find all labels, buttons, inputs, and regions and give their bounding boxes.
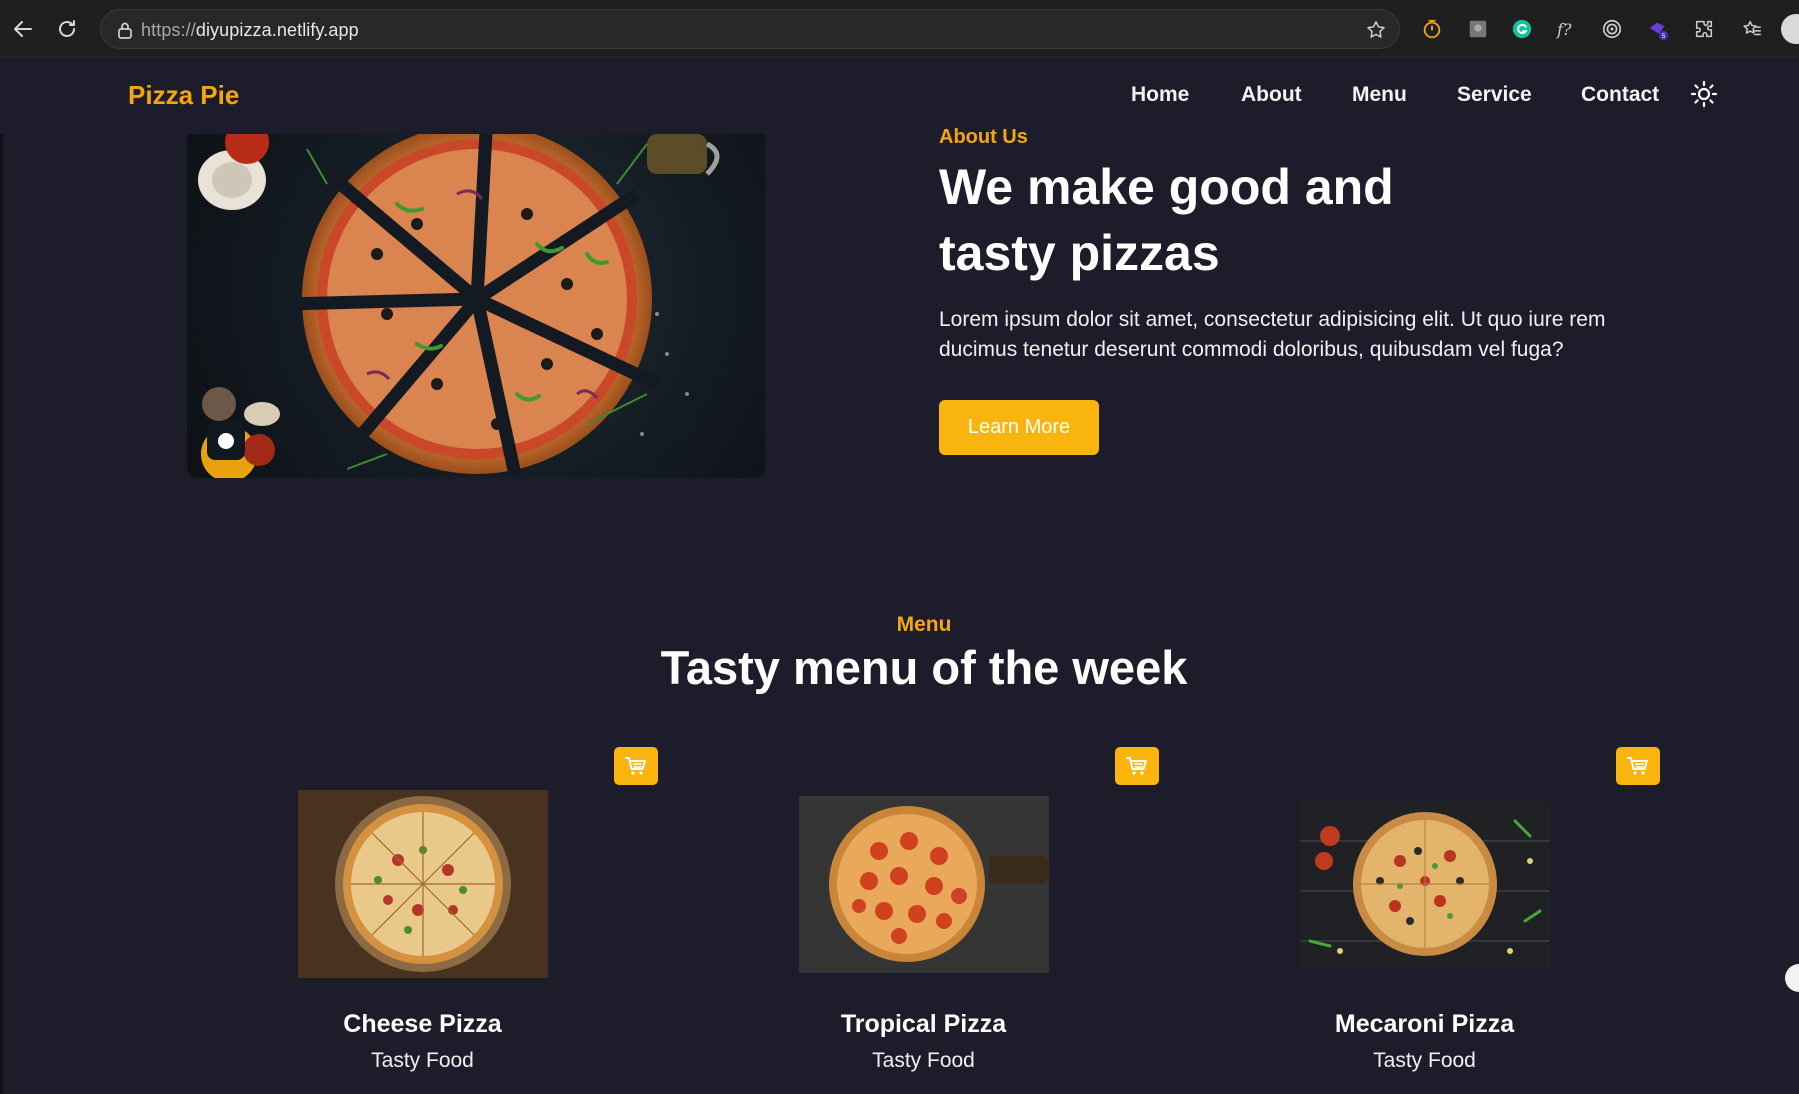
about-title-line-2: tasty pizzas <box>939 225 1220 281</box>
favorites-icon[interactable] <box>1740 17 1764 41</box>
nav-menu[interactable]: Menu <box>1352 83 1407 107</box>
about-title: We make good and tasty pizzas <box>939 154 1499 286</box>
grammarly-icon[interactable] <box>1510 17 1534 41</box>
url-host: diyupizza.netlify.app <box>195 20 359 40</box>
extension-gray-icon[interactable] <box>1466 17 1490 41</box>
menu-item-subtitle: Tasty Food <box>371 1049 474 1072</box>
about-kicker: About Us <box>939 126 1028 148</box>
learn-more-button[interactable]: Learn More <box>939 400 1099 455</box>
menu-card-cheese: Cheese Pizza Tasty Food <box>187 747 658 1094</box>
brand-logo[interactable]: Pizza Pie <box>128 80 239 111</box>
floating-scroll-button[interactable] <box>1785 964 1799 992</box>
nav-contact[interactable]: Contact <box>1581 83 1659 107</box>
bookmark-star-icon[interactable] <box>1365 19 1387 41</box>
menu-item-name: Tropical Pizza <box>840 1010 1007 1038</box>
reload-icon[interactable] <box>52 14 82 44</box>
about-description: Lorem ipsum dolor sit amet, consectetur … <box>939 308 1606 361</box>
extension-badge: 5 <box>1661 32 1665 40</box>
address-bar[interactable]: https://diyupizza.netlify.app <box>100 9 1400 49</box>
about-title-line-1: We make good and <box>939 159 1394 215</box>
timer-extension-icon[interactable] <box>1420 17 1444 41</box>
page: Pizza Pie Home About Menu Service Contac… <box>0 58 1799 1094</box>
site-header: Pizza Pie Home About Menu Service Contac… <box>0 58 1799 134</box>
menu-card-mecaroni: Mecaroni Pizza Tasty Food <box>1189 747 1660 1094</box>
nav-home[interactable]: Home <box>1131 83 1189 107</box>
tropical-pizza-image <box>799 796 1049 973</box>
target-extension-icon[interactable] <box>1600 17 1624 41</box>
font-finder-icon[interactable]: f? <box>1554 17 1578 41</box>
extensions-puzzle-icon[interactable] <box>1692 17 1716 41</box>
menu-item-subtitle: Tasty Food <box>872 1049 975 1072</box>
back-icon[interactable] <box>8 14 38 44</box>
page-edge <box>0 58 3 1094</box>
nav-about[interactable]: About <box>1241 83 1302 107</box>
menu-item-name: Cheese Pizza <box>343 1010 502 1038</box>
url-protocol: https:// <box>141 20 196 40</box>
url-text: https://diyupizza.netlify.app <box>141 20 359 41</box>
profile-avatar[interactable] <box>1781 14 1799 44</box>
cart-icon[interactable] <box>614 747 658 785</box>
purple-extension-icon[interactable]: 5 <box>1646 17 1670 41</box>
sun-icon[interactable] <box>1688 78 1720 110</box>
cart-icon[interactable] <box>1115 747 1159 785</box>
about-pizza-image <box>187 134 765 478</box>
menu-kicker: Menu <box>896 613 952 636</box>
mecaroni-pizza-image <box>1300 801 1550 968</box>
site-info-icon[interactable] <box>115 20 135 40</box>
menu-card-tropical: Tropical Pizza Tasty Food <box>688 747 1159 1094</box>
menu-title: Tasty menu of the week <box>660 641 1188 694</box>
cheese-pizza-image <box>298 790 548 978</box>
svg-text:f?: f? <box>1556 20 1572 39</box>
menu-item-subtitle: Tasty Food <box>1373 1049 1476 1072</box>
cart-icon[interactable] <box>1616 747 1660 785</box>
browser-toolbar: https://diyupizza.netlify.app f? 5 <box>0 0 1799 58</box>
menu-item-name: Mecaroni Pizza <box>1334 1010 1515 1038</box>
nav-service[interactable]: Service <box>1457 83 1532 107</box>
